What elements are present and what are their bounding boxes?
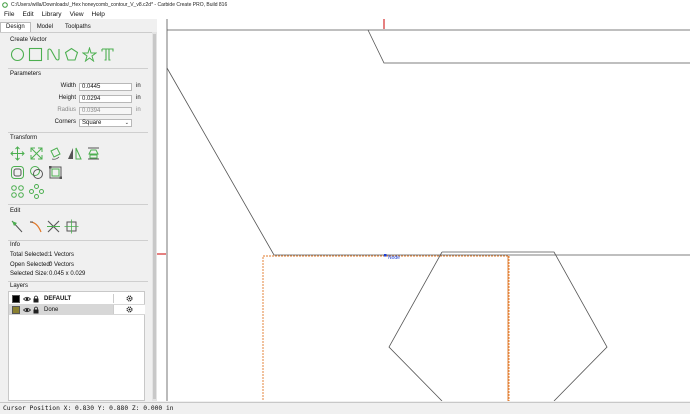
layer-settings-button[interactable]: [113, 294, 145, 303]
radius-label: Radius: [57, 107, 76, 113]
height-unit: in: [136, 95, 141, 101]
node-select-icon[interactable]: [10, 219, 25, 234]
info-open-selected: Open Selected: 0 Vectors: [10, 262, 74, 268]
edit-title: Edit: [10, 208, 21, 214]
width-input[interactable]: 0.0445: [79, 83, 132, 91]
menu-view[interactable]: View: [70, 11, 84, 18]
node-edit-icon[interactable]: [48, 165, 63, 180]
gear-icon: [126, 306, 133, 313]
width-label: Width: [60, 83, 76, 89]
corners-value: Square: [82, 120, 102, 126]
info-value: 0 Vectors: [49, 262, 75, 268]
layer-color-swatch[interactable]: [12, 305, 20, 314]
align-distribute-icon[interactable]: [86, 146, 101, 161]
scrollbar-thumb[interactable]: [153, 34, 156, 399]
canvas-drawing: [157, 19, 690, 401]
chevron-down-icon: ⌄: [124, 120, 129, 126]
menu-help[interactable]: Help: [92, 11, 105, 18]
selected-vector-outline: [262, 255, 510, 401]
align-icon[interactable]: [64, 219, 79, 234]
window-title: C:/Users/willa/Downloads/_Hex honeycomb_…: [11, 1, 228, 8]
height-input[interactable]: 0.0294: [79, 95, 132, 103]
layer-name: Done: [44, 306, 59, 313]
resize-icon[interactable]: [29, 146, 44, 161]
eye-icon[interactable]: [23, 295, 31, 303]
star-icon[interactable]: [81, 46, 98, 63]
menu-bar: File Edit Library View Help: [0, 9, 690, 19]
section-divider: [8, 132, 148, 133]
layer-row-default[interactable]: DEFAULT: [9, 293, 145, 304]
layers-title: Layers: [10, 283, 29, 289]
radius-unit: in: [136, 107, 141, 113]
info-label: Open Selected:: [10, 262, 52, 268]
section-divider: [8, 204, 148, 205]
radius-input: 0.0394: [79, 107, 132, 115]
design-canvas[interactable]: Node: [157, 19, 690, 401]
section-divider: [8, 281, 148, 282]
circular-array-icon[interactable]: [29, 184, 44, 199]
status-bar: Cursor Position X: 0.830 Y: 0.880 Z: 0.0…: [0, 402, 690, 414]
corners-label: Corners: [54, 119, 76, 125]
offset-icon[interactable]: [10, 165, 25, 180]
info-label: Total Selected:: [10, 252, 50, 258]
info-total-selected: Total Selected: 1 Vectors: [10, 252, 74, 258]
gear-icon: [126, 295, 133, 302]
app-logo-icon: [2, 1, 8, 8]
cut-icon[interactable]: [46, 219, 61, 234]
cursor-position: Cursor Position X: 0.830 Y: 0.880 Z: 0.0…: [3, 405, 174, 412]
menu-library[interactable]: Library: [42, 11, 62, 18]
mode-tabs: Design Model Toolpaths: [0, 21, 152, 32]
width-unit: in: [136, 83, 141, 89]
tab-model[interactable]: Model: [31, 22, 59, 32]
trim-icon[interactable]: [28, 219, 43, 234]
vector-top-path: [367, 29, 690, 64]
layer-settings-button[interactable]: [113, 305, 145, 314]
tab-design[interactable]: Design: [0, 22, 31, 32]
boolean-icon[interactable]: [29, 165, 44, 180]
height-label: Height: [58, 95, 76, 101]
create-vector-title: Create Vector: [10, 37, 47, 43]
node-marker: [384, 254, 387, 257]
layer-row-done[interactable]: Done: [9, 304, 145, 315]
tab-toolpaths[interactable]: Toolpaths: [59, 22, 97, 32]
lock-icon[interactable]: [33, 295, 39, 303]
rotate-icon[interactable]: [48, 146, 63, 161]
menu-edit[interactable]: Edit: [22, 11, 33, 18]
layers-list: DEFAULT Done: [8, 291, 145, 401]
parameters-title: Parameters: [10, 71, 42, 77]
section-divider: [8, 240, 148, 241]
title-bar: C:/Users/willa/Downloads/_Hex honeycomb_…: [0, 0, 690, 9]
layer-name: DEFAULT: [44, 295, 72, 302]
eye-icon[interactable]: [23, 306, 31, 314]
text-icon[interactable]: [100, 47, 115, 62]
info-title: Info: [10, 242, 21, 248]
circle-icon[interactable]: [10, 47, 25, 62]
info-label: Selected Size:: [10, 271, 49, 277]
rectangle-icon[interactable]: [28, 47, 43, 62]
node-label: Node: [388, 255, 400, 261]
vector-diagonal-path: [166, 67, 690, 256]
lock-icon[interactable]: [33, 306, 39, 314]
move-icon[interactable]: [10, 146, 25, 161]
array-icon[interactable]: [10, 184, 25, 199]
info-value: 1 Vectors: [49, 252, 75, 258]
mirror-icon[interactable]: [67, 146, 82, 161]
hexagon-vector-right: [442, 251, 608, 401]
transform-title: Transform: [10, 135, 38, 141]
section-divider: [8, 68, 148, 69]
info-selected-size: Selected Size: 0.045 x 0.029: [10, 271, 85, 277]
info-value: 0.045 x 0.029: [49, 271, 86, 277]
polygon-icon[interactable]: [64, 47, 79, 62]
curve-icon[interactable]: [46, 47, 61, 62]
hexagon-vector-left: [388, 251, 443, 401]
menu-file[interactable]: File: [4, 11, 14, 18]
corners-select[interactable]: Square ⌄: [79, 119, 132, 127]
layer-color-swatch[interactable]: [12, 294, 20, 303]
